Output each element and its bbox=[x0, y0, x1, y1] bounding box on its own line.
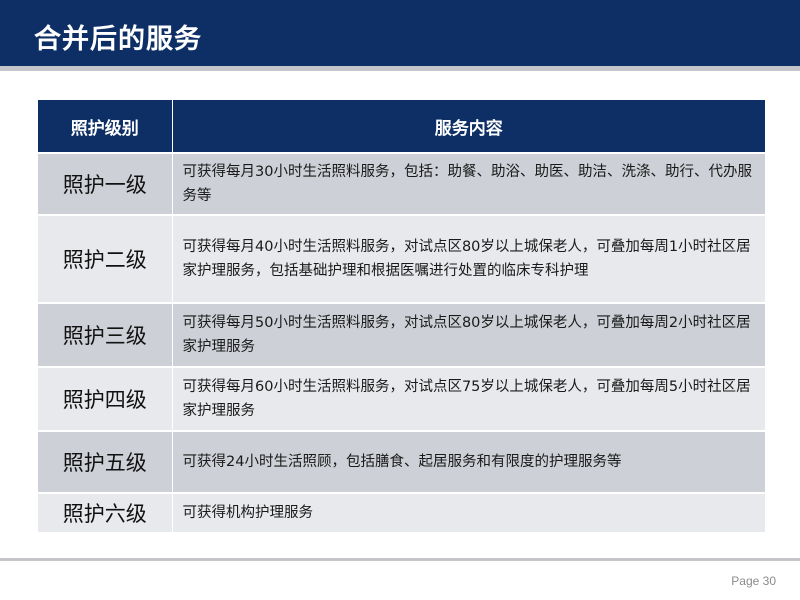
page-number: Page 30 bbox=[731, 574, 776, 588]
service-content-cell: 可获得机构护理服务 bbox=[172, 492, 765, 532]
title-bar: 合并后的服务 bbox=[0, 0, 800, 66]
service-content-cell: 可获得24小时生活照顾，包括膳食、起居服务和有限度的护理服务等 bbox=[172, 430, 765, 493]
column-header-level: 照护级别 bbox=[38, 100, 173, 153]
service-content-cell: 可获得每月30小时生活照料服务，包括：助餐、助浴、助医、助洁、洗涤、助行、代办服… bbox=[172, 152, 765, 215]
table-row: 照护二级 可获得每月40小时生活照料服务，对试点区80岁以上城保老人，可叠加每周… bbox=[38, 214, 765, 303]
table-row: 照护三级 可获得每月50小时生活照料服务，对试点区80岁以上城保老人，可叠加每周… bbox=[38, 302, 765, 367]
title-divider bbox=[0, 66, 800, 71]
table-row: 照护一级 可获得每月30小时生活照料服务，包括：助餐、助浴、助医、助洁、洗涤、助… bbox=[38, 152, 765, 215]
care-level-cell: 照护三级 bbox=[38, 302, 173, 367]
table-row: 照护五级 可获得24小时生活照顾，包括膳食、起居服务和有限度的护理服务等 bbox=[38, 430, 765, 493]
care-level-cell: 照护四级 bbox=[38, 366, 173, 431]
column-header-content: 服务内容 bbox=[172, 100, 765, 153]
service-table-container: 照护级别 服务内容 照护一级 可获得每月30小时生活照料服务，包括：助餐、助浴、… bbox=[38, 100, 765, 532]
service-table: 照护级别 服务内容 照护一级 可获得每月30小时生活照料服务，包括：助餐、助浴、… bbox=[38, 100, 765, 532]
table-row: 照护四级 可获得每月60小时生活照料服务，对试点区75岁以上城保老人，可叠加每周… bbox=[38, 366, 765, 431]
care-level-cell: 照护一级 bbox=[38, 152, 173, 215]
service-content-cell: 可获得每月60小时生活照料服务，对试点区75岁以上城保老人，可叠加每周5小时社区… bbox=[172, 366, 765, 431]
page-title: 合并后的服务 bbox=[34, 24, 202, 55]
table-row: 照护六级 可获得机构护理服务 bbox=[38, 492, 765, 532]
care-level-cell: 照护二级 bbox=[38, 214, 173, 303]
service-content-cell: 可获得每月40小时生活照料服务，对试点区80岁以上城保老人，可叠加每周1小时社区… bbox=[172, 214, 765, 303]
footer-divider bbox=[0, 558, 800, 561]
care-level-cell: 照护六级 bbox=[38, 492, 173, 532]
care-level-cell: 照护五级 bbox=[38, 430, 173, 493]
table-header-row: 照护级别 服务内容 bbox=[38, 100, 765, 153]
service-content-cell: 可获得每月50小时生活照料服务，对试点区80岁以上城保老人，可叠加每周2小时社区… bbox=[172, 302, 765, 367]
